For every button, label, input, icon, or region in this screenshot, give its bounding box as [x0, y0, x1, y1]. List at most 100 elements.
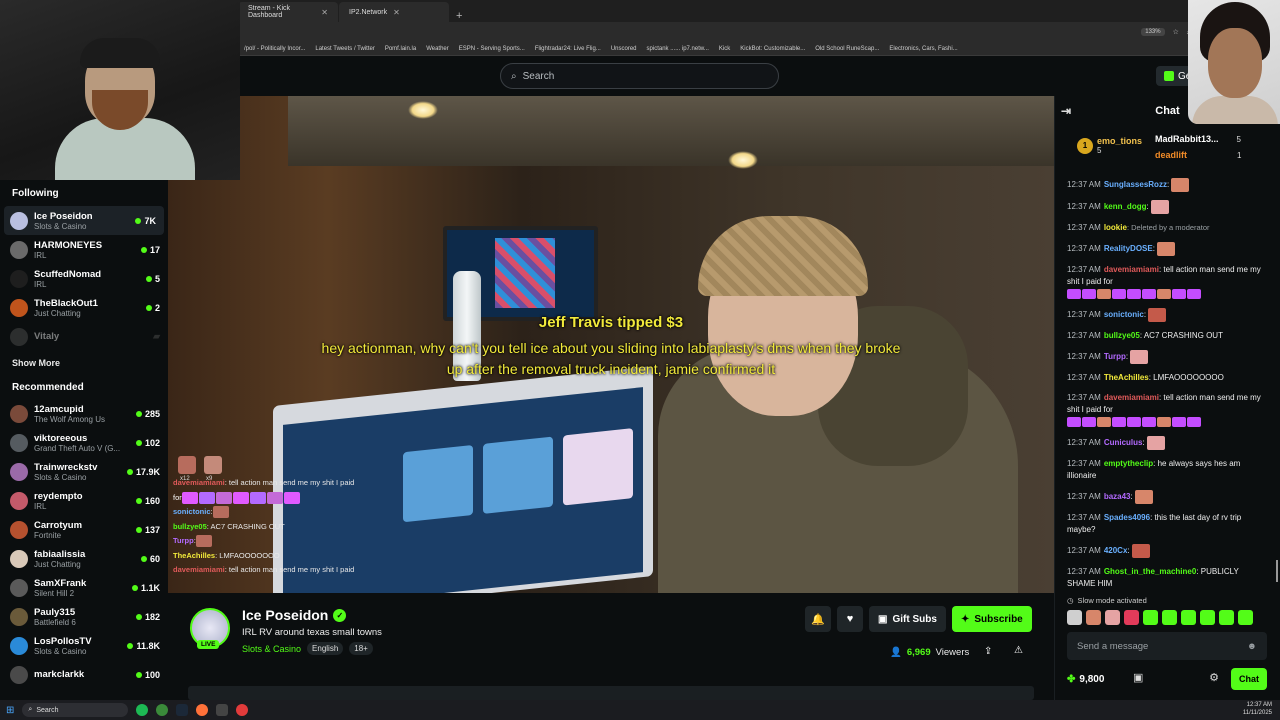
xbox-icon[interactable]: [156, 704, 169, 716]
emote-button[interactable]: [1238, 610, 1253, 625]
chat-username[interactable]: RealityDOSE: [1104, 244, 1153, 253]
sidebar-channel[interactable]: 12amcupid The Wolf Among Us 285: [0, 399, 168, 428]
sidebar-channel[interactable]: HARMONEYES IRL 17: [0, 235, 168, 264]
chat-username[interactable]: emptytheclip: [1104, 459, 1153, 468]
leaderboard-entry[interactable]: 1 emo_tions 5: [1077, 136, 1142, 155]
chat-username[interactable]: Spades4096: [1104, 513, 1150, 522]
chat-message[interactable]: 12:37 AM kenn_dogg:: [1067, 200, 1267, 214]
chat-message[interactable]: 12:37 AM bullzye05: AC7 CRASHING OUT: [1067, 330, 1267, 342]
sidebar-channel[interactable]: Vitaly ▰: [0, 322, 168, 351]
bookmark[interactable]: Flightradar24: Live Flig...: [535, 46, 601, 52]
video-player[interactable]: Jeff Travis tipped $3 hey actionman, why…: [168, 96, 1054, 593]
emote-button[interactable]: [1162, 610, 1177, 625]
bookmark[interactable]: Old School RuneScap...: [815, 46, 879, 52]
emote-button[interactable]: [1200, 610, 1215, 625]
bookmark[interactable]: Pomf.lain.la: [385, 46, 416, 52]
chat-message[interactable]: 12:37 AM RealityDOSE:: [1067, 242, 1267, 256]
bookmark[interactable]: Electronics, Cars, Fashi...: [889, 46, 957, 52]
chat-username[interactable]: lookie: [1104, 223, 1127, 232]
chat-message[interactable]: 12:37 AM davemiamiami: tell action man se…: [1067, 392, 1267, 428]
sidebar-channel[interactable]: SamXFrank Silent Hill 2 1.1K: [0, 573, 168, 602]
chat-message[interactable]: 12:37 AM Ghost_in_the_machine0: PUBLICLY …: [1067, 566, 1267, 588]
chat-message[interactable]: 12:37 AM Spades4096: this the last day of…: [1067, 512, 1267, 536]
channel-points[interactable]: ✤ 9,800: [1067, 674, 1104, 685]
chat-username[interactable]: davemiamiami: [1104, 393, 1159, 402]
sidebar-channel[interactable]: TheBlackOut1 Just Chatting 2: [0, 293, 168, 322]
chat-scrollbar[interactable]: [1276, 560, 1278, 582]
emote-button[interactable]: [1067, 610, 1082, 625]
notifications-bell-button[interactable]: 🔔: [805, 606, 831, 632]
chat-username[interactable]: Ghost_in_the_machine0: [1104, 567, 1196, 576]
bookmark[interactable]: spictank ...... ip7.netw...: [647, 46, 709, 52]
sidebar-channel[interactable]: markclarkk 100: [0, 660, 168, 689]
subscribe-button[interactable]: ✦ Subscribe: [952, 606, 1032, 632]
chat-message[interactable]: 12:37 AM Cuniculus:: [1067, 436, 1267, 450]
windows-start-icon[interactable]: ⊞: [6, 705, 14, 716]
tab-ip2[interactable]: IP2.Network ✕: [339, 2, 449, 22]
chat-username[interactable]: TheAchilles: [1104, 373, 1149, 382]
sidebar-channel[interactable]: Trainwreckstv Slots & Casino 17.9K: [0, 457, 168, 486]
chat-username[interactable]: SunglassesRozz: [1104, 180, 1167, 189]
bookmark[interactable]: Unscored: [611, 46, 637, 52]
spotify-icon[interactable]: [136, 704, 149, 716]
chat-username[interactable]: 420Cx: [1104, 546, 1128, 555]
tag-language[interactable]: English: [307, 642, 344, 655]
chat-username[interactable]: baza43: [1104, 492, 1131, 501]
zoom-level[interactable]: 133%: [1141, 28, 1165, 36]
sidebar-channel[interactable]: ScuffedNomad IRL 5: [0, 264, 168, 293]
tag-mature[interactable]: 18+: [349, 642, 373, 655]
firefox-icon[interactable]: [196, 704, 209, 716]
follow-heart-button[interactable]: ♥: [837, 606, 863, 632]
chat-input[interactable]: Send a message ☻: [1067, 632, 1267, 660]
chat-username[interactable]: bullzye05: [1104, 331, 1140, 340]
sidebar-channel[interactable]: Ice Poseidon Slots & Casino 7K: [4, 206, 164, 235]
category-link[interactable]: Slots & Casino: [242, 644, 301, 654]
recording-app-icon[interactable]: [236, 704, 249, 716]
sidebar-channel[interactable]: reydempto IRL 160: [0, 486, 168, 515]
gift-subs-button[interactable]: ▣ Gift Subs: [869, 606, 946, 632]
chat-message[interactable]: 12:37 AM emptytheclip: he always says hes…: [1067, 458, 1267, 482]
emoji-icon[interactable]: ☻: [1247, 641, 1257, 652]
chat-username[interactable]: kenn_dogg: [1104, 202, 1147, 211]
streamer-name[interactable]: Ice Poseidon ✓: [242, 607, 347, 623]
app-icon[interactable]: [216, 704, 229, 716]
chat-username[interactable]: sonictonic: [1104, 310, 1144, 319]
emote-button[interactable]: [1219, 610, 1234, 625]
search-input[interactable]: ⌕ Search: [500, 63, 779, 89]
close-icon[interactable]: ✕: [321, 8, 328, 17]
emote-button[interactable]: [1181, 610, 1196, 625]
gift-icon[interactable]: ▣: [1133, 671, 1143, 684]
chat-message[interactable]: 12:37 AM TheAchilles: LMFAOOOOOOOO: [1067, 372, 1267, 384]
bookmark[interactable]: Latest Tweets / Twitter: [315, 46, 374, 52]
emote-button[interactable]: [1086, 610, 1101, 625]
chat-message[interactable]: 12:37 AM baza43:: [1067, 490, 1267, 504]
tab-kick-dashboard[interactable]: Stream - Kick Dashboard ✕: [238, 2, 338, 22]
chat-message[interactable]: 12:37 AM 420Cx:: [1067, 544, 1267, 558]
bookmark[interactable]: Kick: [719, 46, 730, 52]
sidebar-channel[interactable]: Carrotyum Fortnite 137: [0, 515, 168, 544]
gear-icon[interactable]: ⚙: [1209, 671, 1219, 684]
chat-username[interactable]: davemiamiami: [1104, 265, 1159, 274]
steam-icon[interactable]: [176, 704, 189, 716]
sidebar-channel[interactable]: LosPollosTV Slots & Casino 11.8K: [0, 631, 168, 660]
taskbar-search[interactable]: ⌕ Search: [22, 703, 129, 717]
new-tab-icon[interactable]: +: [456, 10, 462, 22]
star-icon[interactable]: ☆: [1173, 28, 1179, 36]
leaderboard-entry[interactable]: deadlift 1: [1155, 150, 1241, 160]
send-chat-button[interactable]: Chat: [1231, 668, 1267, 690]
show-more-button[interactable]: Show More: [0, 351, 168, 375]
share-icon[interactable]: ⇪: [984, 646, 992, 657]
close-icon[interactable]: ✕: [393, 8, 400, 17]
chat-message[interactable]: 12:37 AM sonictonic:: [1067, 308, 1267, 322]
bookmark[interactable]: /pol/ - Politically Incor...: [244, 46, 305, 52]
sidebar-channel[interactable]: viktoreeous Grand Theft Auto V (G... 102: [0, 428, 168, 457]
bookmark[interactable]: KickBot: Customizable...: [740, 46, 805, 52]
leaderboard-entry[interactable]: MadRabbit13... 5: [1155, 134, 1241, 144]
collapse-chat-icon[interactable]: ⇥: [1061, 104, 1071, 118]
chat-message[interactable]: 12:37 AM SunglassesRozz:: [1067, 178, 1267, 192]
chat-username[interactable]: Turpp: [1104, 352, 1126, 361]
bookmark[interactable]: Weather: [426, 46, 449, 52]
emote-button[interactable]: [1124, 610, 1139, 625]
emote-button[interactable]: [1105, 610, 1120, 625]
chat-message[interactable]: 12:37 AM lookie: Deleted by a moderator: [1067, 222, 1267, 234]
